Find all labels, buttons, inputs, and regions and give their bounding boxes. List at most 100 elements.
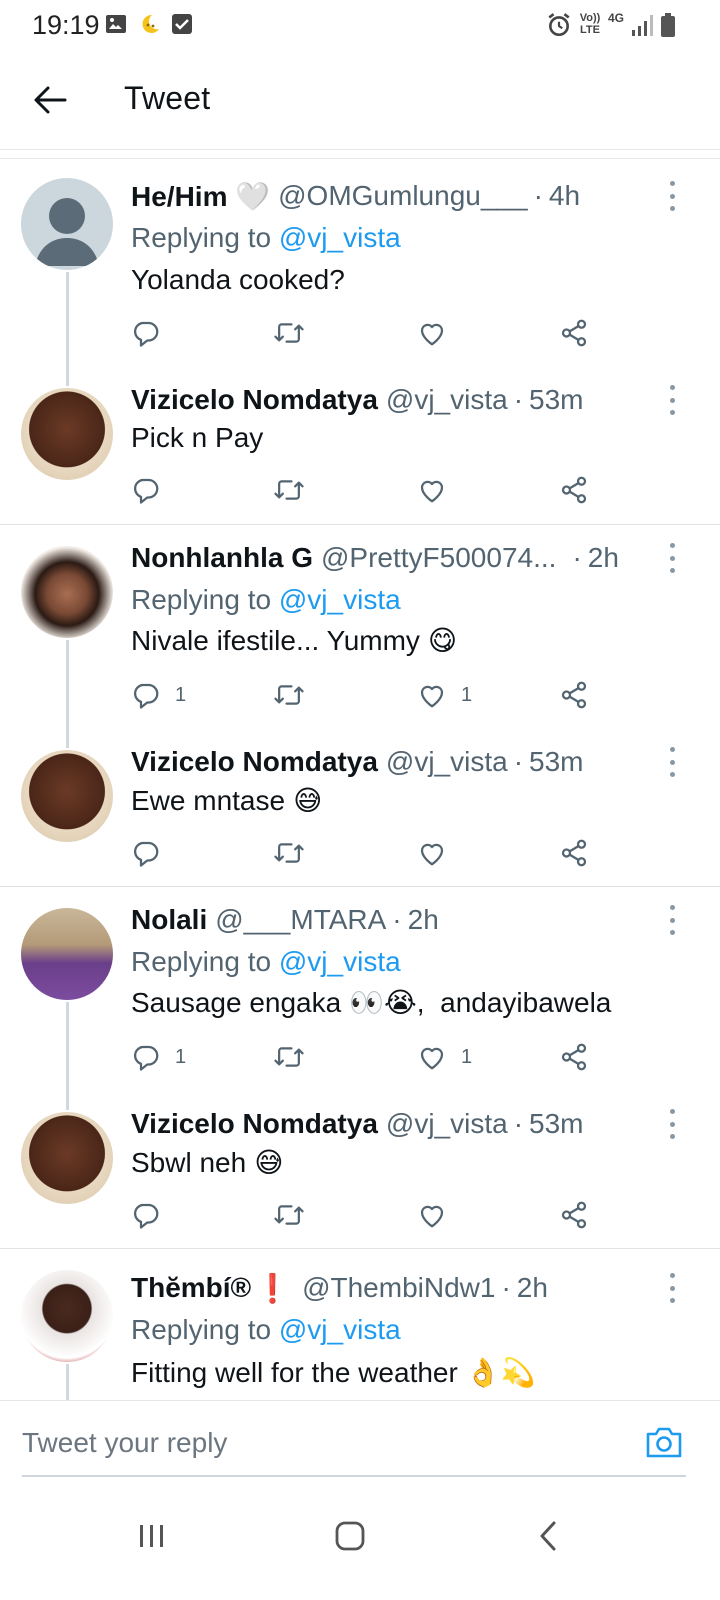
avatar-vizicelo[interactable] (21, 388, 113, 480)
share-button[interactable] (559, 1195, 589, 1235)
avatar-vizicelo[interactable] (21, 750, 113, 842)
username[interactable]: @vj_vista (386, 746, 508, 778)
display-name[interactable]: He/Him 🤍 (131, 180, 270, 213)
reply-button[interactable] (131, 1195, 161, 1235)
mention-link[interactable]: @vj_vista (279, 222, 401, 253)
avatar-nolali[interactable] (21, 908, 113, 1000)
moon-notification-icon (142, 14, 159, 33)
recent-apps-button[interactable] (122, 1506, 182, 1566)
reply-button[interactable] (131, 313, 161, 353)
display-name[interactable]: Thĕmbí® (131, 1272, 251, 1304)
like-button[interactable] (417, 1195, 447, 1235)
tweet-text: Sausage engaka 👀😭 , andayibawela (131, 986, 611, 1019)
tweet-text-body: Nivale ifestile... Yummy (131, 624, 420, 656)
app-bar: Tweet (0, 52, 720, 150)
timestamp[interactable]: 53m (529, 384, 583, 416)
username[interactable]: @OMGumlungu___ (278, 180, 527, 212)
tweet-actions (131, 470, 601, 510)
retweet-button[interactable] (273, 313, 305, 353)
more-options-button[interactable] (666, 905, 678, 935)
reply-button[interactable] (131, 833, 161, 873)
retweet-icon (274, 843, 304, 863)
timestamp[interactable]: 2h (408, 904, 439, 936)
avatar-nonhlanhla[interactable] (21, 546, 113, 638)
timestamp[interactable]: 2h (588, 542, 619, 574)
more-options-button[interactable] (666, 1109, 678, 1139)
replying-to-label: Replying to (131, 1314, 279, 1345)
share-icon (561, 1201, 587, 1229)
mention-link[interactable]: @vj_vista (279, 946, 401, 977)
like-button[interactable]: 1 (417, 675, 472, 715)
avatar-default[interactable] (21, 178, 113, 270)
timestamp[interactable]: 4h (549, 180, 580, 212)
timestamp[interactable]: 2h (517, 1272, 548, 1304)
more-options-button[interactable] (666, 385, 678, 415)
reply-input[interactable]: Tweet your reply (22, 1427, 227, 1459)
separator: · (513, 746, 524, 777)
home-button[interactable] (320, 1506, 380, 1566)
share-button[interactable] (559, 313, 589, 353)
like-count: 1 (461, 1045, 473, 1068)
timestamp[interactable]: 53m (529, 1108, 583, 1140)
share-button[interactable] (559, 675, 589, 715)
separator: · (572, 542, 582, 573)
display-name[interactable]: Vizicelo Nomdatya (131, 1108, 378, 1140)
like-button[interactable] (417, 470, 447, 510)
reply-button[interactable] (131, 470, 161, 510)
camera-button[interactable] (645, 1425, 683, 1464)
display-name[interactable]: Vizicelo Nomdatya (131, 384, 378, 416)
network-type-label: 4G (608, 11, 625, 25)
heart-icon (420, 1205, 444, 1228)
tweet-text-body: Fitting well for the weather (131, 1356, 458, 1388)
timestamp[interactable]: 53m (529, 746, 583, 778)
more-options-button[interactable] (666, 1273, 678, 1303)
back-button[interactable] (28, 78, 72, 122)
retweet-button[interactable] (273, 1195, 305, 1235)
retweet-button[interactable] (273, 1037, 305, 1077)
system-navigation-bar (0, 1484, 720, 1600)
display-name[interactable]: Vizicelo Nomdatya (131, 746, 378, 778)
conversation-divider (0, 524, 720, 525)
heart-icon (420, 1047, 444, 1070)
username[interactable]: @ThembiNdw1 (302, 1272, 495, 1304)
mention-link[interactable]: @vj_vista (279, 1314, 401, 1345)
username[interactable]: @___MTARA (215, 904, 386, 936)
like-button[interactable] (417, 313, 447, 353)
avatar-vizicelo[interactable] (21, 1112, 113, 1204)
username[interactable]: @PrettyF500074... (321, 542, 556, 574)
avatar-thembi[interactable] (21, 1270, 113, 1362)
retweet-button[interactable] (273, 675, 305, 715)
battery-icon (661, 13, 675, 37)
share-button[interactable] (559, 1037, 589, 1077)
status-bar: 19:19 Vo)) LTE 4G (0, 0, 720, 52)
display-name[interactable]: Nonhlanhla G (131, 542, 313, 574)
username[interactable]: @vj_vista (386, 384, 508, 416)
chevron-left-icon (540, 1521, 556, 1551)
tweet-text: Fitting well for the weather 👌💫 (131, 1356, 536, 1389)
username[interactable]: @vj_vista (386, 1108, 508, 1140)
tweet-header: Nolali @___MTARA · 2h (131, 902, 439, 938)
like-button[interactable] (417, 833, 447, 873)
tweet-actions (131, 313, 601, 353)
tweet-header: He/Him 🤍 @OMGumlungu___ · 4h (131, 178, 580, 214)
mention-link[interactable]: @vj_vista (279, 584, 401, 615)
retweet-button[interactable] (273, 470, 305, 510)
reply-button[interactable]: 1 (131, 1037, 186, 1077)
tweet-header: Nonhlanhla G @PrettyF500074... · 2h (131, 540, 657, 576)
replying-to: Replying to @vj_vista (131, 222, 401, 254)
like-button[interactable]: 1 (417, 1037, 472, 1077)
share-button[interactable] (559, 833, 589, 873)
thread-line (66, 1364, 69, 1400)
more-options-button[interactable] (666, 181, 678, 211)
reply-button[interactable]: 1 (131, 675, 186, 715)
conversation-divider (0, 1248, 720, 1249)
separator: · (533, 180, 543, 211)
emoji: 😅 (254, 1147, 284, 1178)
more-options-button[interactable] (666, 543, 678, 573)
tweet-text-body: Ewe mntase (131, 784, 286, 816)
share-button[interactable] (559, 470, 589, 510)
retweet-button[interactable] (273, 833, 305, 873)
more-options-button[interactable] (666, 747, 678, 777)
back-nav-button[interactable] (518, 1506, 578, 1566)
display-name[interactable]: Nolali (131, 904, 207, 936)
